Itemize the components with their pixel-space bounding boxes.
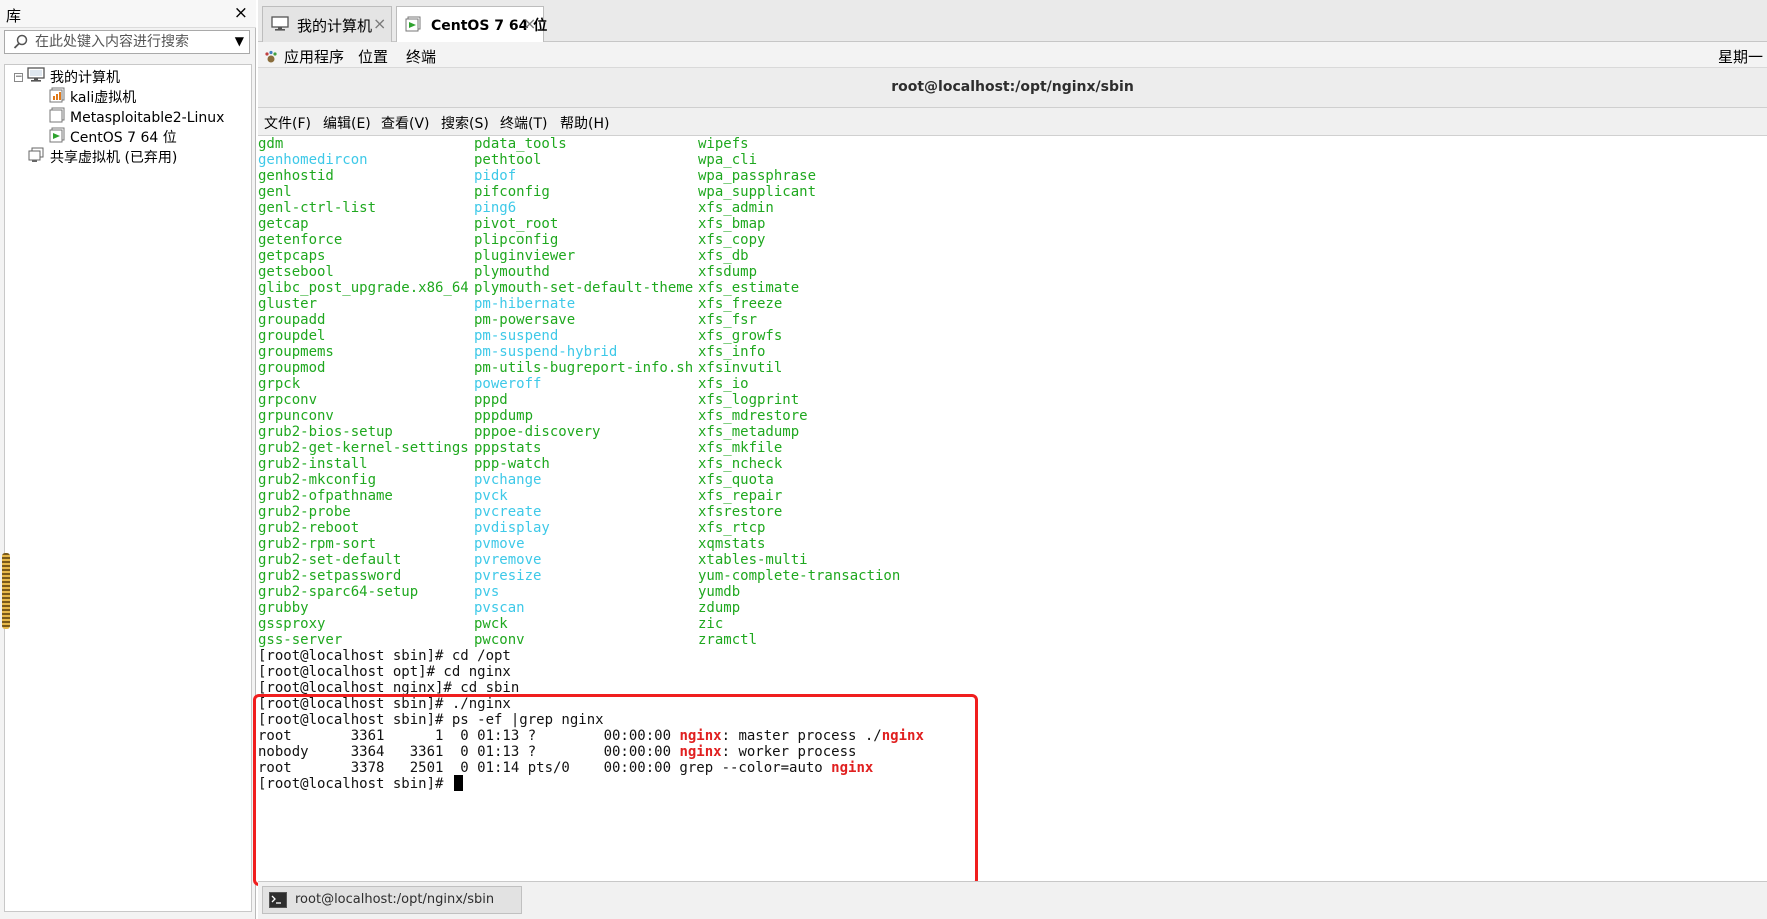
computer-icon: [271, 16, 289, 36]
tree-item-label: Metasploitable2-Linux: [70, 110, 225, 126]
places-menu[interactable]: 位置: [358, 46, 388, 67]
session-text: [root@localhost sbin]# ./nginx: [258, 696, 511, 712]
search-icon: [13, 34, 29, 54]
taskbar-terminal-item[interactable]: root@localhost:/opt/nginx/sbin: [262, 886, 522, 914]
sidebar-resize-handle[interactable]: [2, 553, 10, 629]
menu-search[interactable]: 搜索(S): [441, 113, 489, 133]
library-header: 库 ×: [0, 0, 256, 28]
gnome-foot-icon: [265, 50, 277, 63]
text-cursor: [453, 775, 463, 791]
taskbar-item-label: root@localhost:/opt/nginx/sbin: [295, 892, 495, 907]
vm-tree: − 我的计算机 kali虚拟机 Metasploitable2-Linux Ce…: [4, 64, 252, 912]
session-text: [root@localhost sbin]# cd /opt: [258, 648, 511, 664]
tree-item-kali-vm[interactable]: kali虚拟机: [49, 87, 136, 107]
menu-view[interactable]: 查看(V): [381, 113, 430, 133]
vm-running-icon: [405, 16, 421, 36]
applications-menu[interactable]: 应用程序: [264, 46, 344, 67]
terminal-menubar: 文件(F) 编辑(E) 查看(V) 搜索(S) 终端(T) 帮助(H): [258, 108, 1767, 136]
vm-icon: [49, 87, 65, 109]
session-text: nobody 3364 3361 0 01:13 ? 00:00:00: [258, 744, 680, 760]
vm-workspace: 我的计算机 × CentOS 7 64 位 × 应用程序 位置 终端 星期一 r…: [258, 0, 1767, 919]
search-input[interactable]: [35, 32, 225, 52]
tree-item-label: CentOS 7 64 位: [70, 130, 177, 146]
tab-label: 我的计算机: [297, 17, 373, 35]
command-listing-entry: zramctl: [698, 632, 758, 648]
tab-centos[interactable]: CentOS 7 64 位 ×: [396, 6, 547, 43]
terminal-titlebar: root@localhost:/opt/nginx/sbin: [258, 68, 1767, 108]
session-text: root 3361 1 0 01:13 ? 00:00:00: [258, 728, 680, 744]
grep-match: nginx: [881, 728, 924, 744]
tree-item-my-computer[interactable]: 我的计算机: [27, 67, 120, 87]
window-list-bar: root@localhost:/opt/nginx/sbin: [258, 881, 1767, 919]
tree-item-metasploitable-vm[interactable]: Metasploitable2-Linux: [49, 107, 224, 127]
terminal-icon: [269, 892, 287, 912]
prompt-line: [root@localhost sbin]#: [258, 775, 463, 793]
computer-icon: [27, 67, 45, 89]
vm-icon: [49, 107, 65, 129]
session-text: [root@localhost opt]# cd nginx: [258, 664, 511, 680]
grep-match: nginx: [679, 728, 722, 744]
menu-terminal[interactable]: 终端(T): [500, 113, 547, 133]
grep-match: nginx: [679, 744, 722, 760]
clock[interactable]: 星期一: [1718, 46, 1763, 67]
session-text: [root@localhost sbin]# ps -ef |grep ngin…: [258, 712, 604, 728]
session-text: [root@localhost sbin]#: [258, 776, 452, 792]
terminal-output[interactable]: gdm genhomedircon genhostid genl genl-ctrl-l…: [258, 136, 1767, 881]
session-text: : worker process: [721, 744, 857, 760]
session-text: root 3378 2501 0 01:14 pts/0 00:00:00 gr…: [258, 760, 832, 776]
terminal-window-title: root@localhost:/opt/nginx/sbin: [891, 79, 1134, 95]
chevron-down-icon[interactable]: ▼: [235, 34, 244, 48]
menu-help[interactable]: 帮助(H): [560, 113, 609, 133]
tree-item-centos-vm[interactable]: CentOS 7 64 位: [49, 127, 177, 147]
grep-match: nginx: [831, 760, 874, 776]
session-text: [root@localhost nginx]# cd sbin: [258, 680, 520, 696]
menu-edit[interactable]: 编辑(E): [323, 113, 371, 133]
library-panel: 库 × ▼ − 我的计算机: [0, 0, 256, 919]
tab-bar: 我的计算机 × CentOS 7 64 位 ×: [258, 0, 1767, 43]
tree-item-label: 共享虚拟机 (已弃用): [50, 150, 178, 166]
shared-vm-icon: [27, 147, 45, 169]
library-title: 库: [6, 7, 22, 25]
tree-item-label: kali虚拟机: [70, 90, 137, 106]
menu-file[interactable]: 文件(F): [264, 113, 311, 133]
applications-menu-label: 应用程序: [284, 48, 345, 66]
tree-item-shared-vms[interactable]: 共享虚拟机 (已弃用): [27, 147, 177, 167]
library-close-button[interactable]: ×: [234, 3, 248, 23]
vm-running-icon: [49, 127, 65, 149]
tab-close-button[interactable]: ×: [523, 14, 536, 33]
tab-close-button[interactable]: ×: [373, 14, 386, 33]
tab-my-computer[interactable]: 我的计算机 ×: [262, 6, 392, 42]
gnome-top-bar: 应用程序 位置 终端 星期一: [258, 42, 1767, 68]
session-text: : master process ./: [721, 728, 882, 744]
tree-collapse-toggle[interactable]: −: [14, 73, 23, 82]
library-search-box[interactable]: ▼: [4, 30, 250, 54]
tree-item-label: 我的计算机: [50, 70, 120, 86]
terminal-app-menu[interactable]: 终端: [406, 46, 436, 67]
